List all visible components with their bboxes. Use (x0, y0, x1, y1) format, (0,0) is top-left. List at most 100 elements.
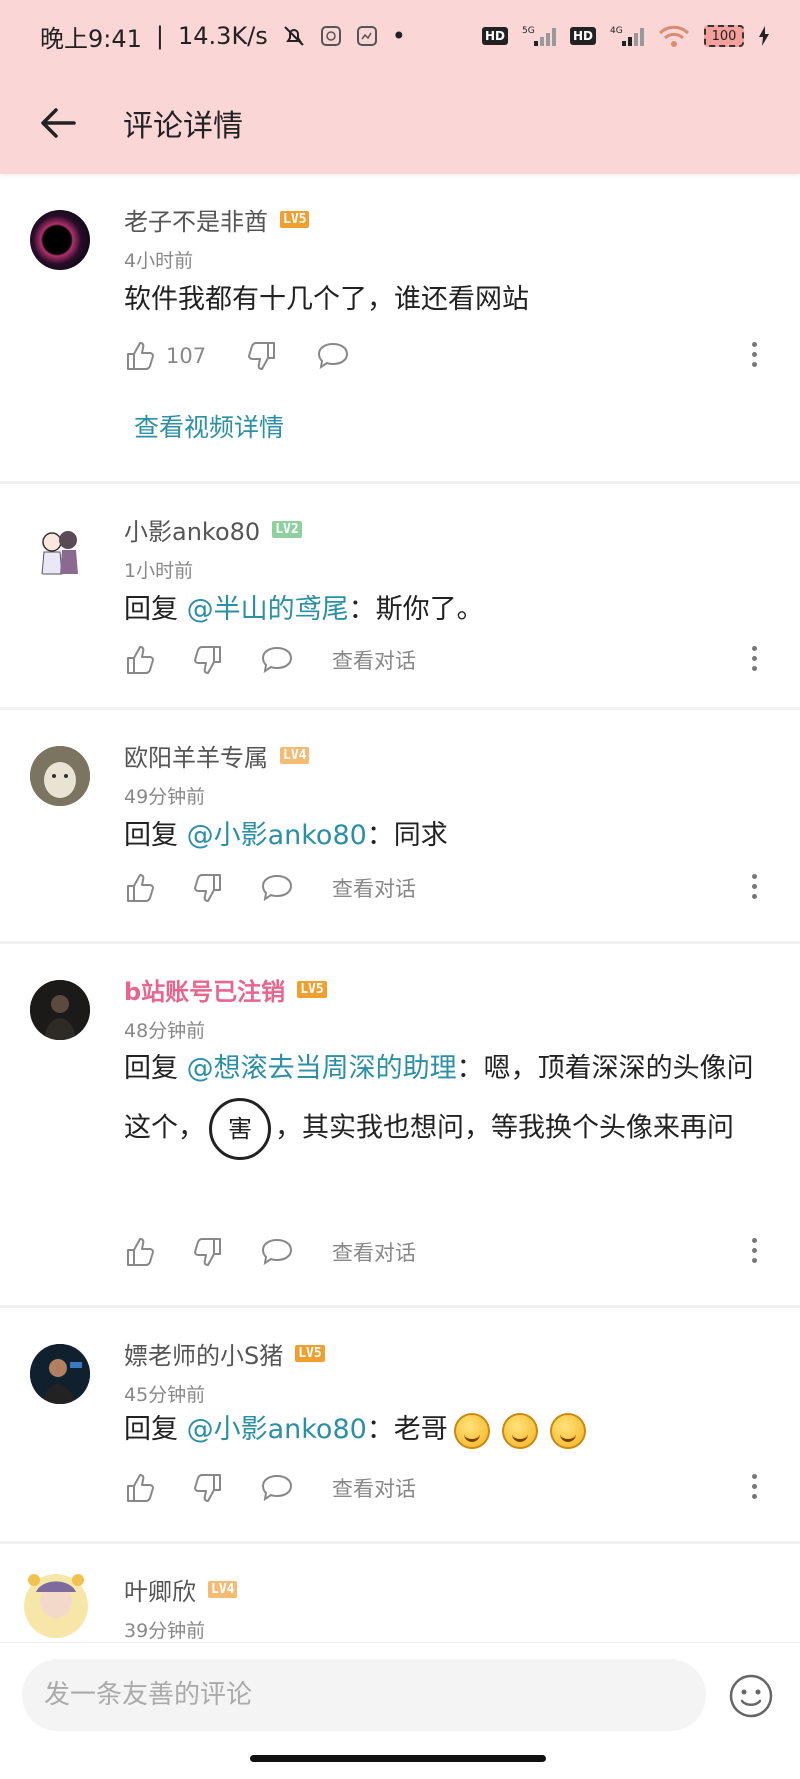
avatar[interactable] (30, 980, 90, 1040)
username[interactable]: b站账号已注销 (124, 972, 285, 1007)
avatar[interactable] (30, 1344, 90, 1404)
timestamp: 49分钟前 (124, 786, 206, 808)
dislike-button[interactable] (192, 1472, 224, 1504)
like-button[interactable] (124, 1472, 156, 1504)
view-video-details-link[interactable]: 查看视频详情 (134, 408, 284, 444)
page-title: 评论详情 (123, 109, 243, 144)
emoji-face-icon (729, 1674, 773, 1718)
level-badge: LV5 (295, 1345, 325, 1362)
network-speed: 14.3K/s (178, 22, 268, 50)
username[interactable]: 小影anko80 (124, 512, 260, 547)
mute-bell-icon (282, 24, 306, 48)
more-options-icon[interactable] (744, 1238, 764, 1263)
svg-text:4G: 4G (610, 26, 623, 36)
thumbs-down-icon (194, 646, 221, 674)
comment-input-bar (0, 1642, 800, 1779)
thumbs-down-icon (194, 874, 221, 902)
avatar[interactable] (30, 520, 90, 580)
app-notification-icon (320, 25, 342, 47)
view-conversation-button[interactable]: 查看对话 (322, 645, 416, 675)
like-button[interactable] (124, 872, 156, 904)
timestamp: 45分钟前 (124, 1384, 206, 1406)
dislike-button[interactable] (246, 340, 278, 372)
header: 评论详情 (0, 72, 800, 174)
hd-badge: HD (569, 27, 596, 45)
battery-indicator: 100 (704, 25, 744, 47)
level-badge: LV4 (208, 1581, 238, 1598)
like-button[interactable] (124, 644, 156, 676)
level-badge: LV2 (272, 521, 302, 538)
comment-item: 嫖老师的小S猪 LV5 45分钟前 回复 @小影anko80：老哥 查看对话 (0, 1308, 800, 1544)
view-conversation-button[interactable]: 查看对话 (322, 873, 416, 903)
like-button[interactable] (124, 1236, 156, 1268)
hd-badge: HD (481, 27, 508, 45)
comment-item: b站账号已注销 LV5 48分钟前 回复 @想滚去当周深的助理：嗯，顶着深深的头… (0, 944, 800, 1308)
comment-list: 老子不是非酋 LV5 4小时前 软件我都有十几个了，谁还看网站 107 查看视频… (0, 174, 800, 1664)
view-conversation-button[interactable]: 查看对话 (322, 1473, 416, 1503)
more-options-icon[interactable] (744, 1474, 764, 1499)
comment-item: 老子不是非酋 LV5 4小时前 软件我都有十几个了，谁还看网站 107 查看视频… (0, 174, 800, 484)
timestamp: 1小时前 (124, 560, 194, 582)
smile-emoji-icon (453, 1412, 490, 1449)
more-options-icon[interactable] (744, 874, 764, 899)
back-button[interactable] (28, 93, 88, 153)
speech-bubble-icon (261, 646, 293, 674)
speech-bubble-icon (261, 874, 293, 902)
thumbs-down-icon (194, 1474, 221, 1502)
mention-link[interactable]: @想滚去当周深的助理 (187, 1053, 457, 1084)
avatar[interactable] (30, 210, 90, 270)
reply-button[interactable] (260, 645, 294, 675)
mention-link[interactable]: @半山的鸢尾 (187, 594, 349, 625)
thumbs-down-icon (248, 342, 276, 370)
thumbs-up-icon (127, 342, 154, 370)
username[interactable]: 嫖老师的小S猪 (124, 1336, 283, 1371)
reply-button[interactable] (260, 873, 294, 903)
comment-text: 回复 @想滚去当周深的助理：嗯，顶着深深的头像问这个，害，其实我也想问，等我换个… (124, 1040, 774, 1160)
level-badge: LV4 (280, 747, 310, 764)
timestamp: 39分钟前 (124, 1620, 206, 1642)
thumbs-down-icon (194, 1238, 221, 1266)
comment-text: 回复 @小影anko80：同求 (124, 820, 448, 851)
thumbs-up-icon (127, 1238, 154, 1266)
username[interactable]: 欧阳羊羊专属 (124, 738, 268, 773)
dislike-button[interactable] (192, 872, 224, 904)
comment-item: 小影anko80 LV2 1小时前 回复 @半山的鸢尾：斯你了。 查看对话 (0, 484, 800, 710)
comment-input[interactable] (22, 1659, 706, 1731)
charging-icon (758, 25, 770, 47)
home-indicator[interactable] (250, 1755, 546, 1762)
thumbs-up-icon (127, 646, 154, 674)
view-conversation-button[interactable]: 查看对话 (322, 1237, 416, 1267)
reply-button[interactable] (260, 1473, 294, 1503)
comment-item: 欧阳羊羊专属 LV4 49分钟前 回复 @小影anko80：同求 查看对话 (0, 710, 800, 944)
thumbs-up-icon (127, 874, 154, 902)
speech-bubble-icon (318, 342, 349, 370)
like-button[interactable]: 107 (124, 340, 206, 372)
username[interactable]: 老子不是非酋 (124, 202, 268, 237)
signal-5g-icon: 5G (522, 24, 556, 48)
level-badge: LV5 (297, 981, 327, 998)
smile-emoji-icon (549, 1412, 586, 1449)
speech-bubble-icon (261, 1238, 293, 1266)
more-options-icon[interactable] (744, 342, 764, 367)
emoji-button[interactable] (728, 1673, 774, 1719)
username[interactable]: 叶卿欣 (124, 1572, 196, 1607)
dot-icon: • (391, 22, 406, 50)
reply-button[interactable] (316, 341, 350, 371)
avatar[interactable] (14, 1562, 98, 1646)
like-count: 107 (166, 344, 207, 368)
speech-bubble-icon (261, 1474, 293, 1502)
comment-text: 软件我都有十几个了，谁还看网站 (124, 284, 529, 315)
more-options-icon[interactable] (744, 646, 764, 671)
comment-text: 回复 @小影anko80：老哥 (124, 1410, 774, 1450)
mention-link[interactable]: @小影anko80 (187, 820, 367, 851)
timestamp: 48分钟前 (124, 1020, 206, 1042)
arrow-left-icon (41, 108, 76, 138)
svg-text:5G: 5G (522, 26, 535, 36)
dislike-button[interactable] (192, 1236, 224, 1268)
clock: 晚上9:41 (40, 24, 142, 53)
dislike-button[interactable] (192, 644, 224, 676)
reply-button[interactable] (260, 1237, 294, 1267)
level-badge: LV5 (280, 211, 310, 228)
mention-link[interactable]: @小影anko80 (187, 1414, 367, 1445)
avatar[interactable] (30, 746, 90, 806)
